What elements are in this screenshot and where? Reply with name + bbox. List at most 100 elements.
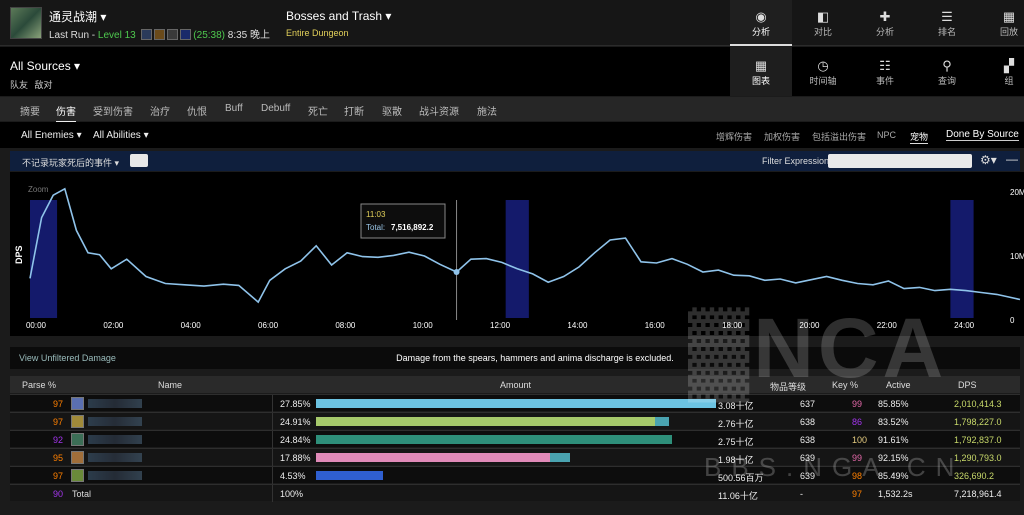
- key-percent: 86: [852, 417, 863, 427]
- tooltip-time: 11:03: [366, 210, 386, 219]
- abilities-dropdown[interactable]: All Abilities ▾: [93, 130, 149, 141]
- run-date: 8:35 晚上: [227, 30, 271, 41]
- class-spec-icon: [71, 451, 84, 464]
- highlight-band: [505, 200, 529, 318]
- view-label: 查询: [937, 76, 956, 86]
- item-level: 638: [800, 435, 816, 445]
- x-tick-label: 02:00: [103, 321, 124, 330]
- compare-icon: ◧: [816, 9, 830, 24]
- view-query[interactable]: ⚲ 查询: [916, 47, 978, 96]
- death-filter-dropdown[interactable]: 不记录玩家死后的事件 ▾: [22, 156, 119, 169]
- nav-label: 对比: [813, 27, 832, 37]
- run-label: Last Run: [49, 30, 90, 41]
- column-separator: [272, 449, 273, 466]
- x-tick-label: 00:00: [26, 321, 47, 330]
- tab-casts[interactable]: 施法: [477, 103, 497, 118]
- group-icon: ▞: [1004, 58, 1014, 73]
- tab-debuffs[interactable]: Debuff: [261, 103, 290, 114]
- option-overkill[interactable]: 包括溢出伤害: [812, 130, 866, 143]
- amount-bar-fill: [316, 435, 672, 444]
- nav-rankings[interactable]: ☰ 排名: [916, 0, 978, 46]
- hover-point: [453, 269, 460, 275]
- list-icon: ☷: [879, 58, 891, 73]
- player-name[interactable]: [88, 417, 142, 426]
- death-filter-toggle[interactable]: [130, 154, 148, 167]
- sources-filter[interactable]: 队友 敌对: [10, 78, 53, 91]
- header-name[interactable]: Name: [158, 380, 182, 390]
- done-by-source-toggle[interactable]: Done By Source: [946, 129, 1019, 141]
- active-percent: 85.85%: [878, 399, 909, 409]
- highlight-band: [950, 200, 974, 318]
- filter-expression-label: Filter Expression:: [762, 156, 832, 166]
- sources-bar: All Sources ▾ 队友 敌对 ▦ 图表 ◷ 时间轴 ☷ 事件 ⚲ 查询…: [0, 47, 1024, 96]
- tab-damage-taken[interactable]: 受到伤害: [93, 103, 133, 118]
- fight-dropdown[interactable]: Bosses and Trash ▾: [286, 9, 391, 23]
- tab-dispels[interactable]: 驱散: [382, 103, 402, 118]
- column-separator: [272, 413, 273, 430]
- header-parse[interactable]: Parse %: [22, 380, 56, 390]
- tooltip-value: 7,516,892.2: [391, 223, 434, 232]
- ranking-icon: ☰: [941, 9, 953, 24]
- option-amplified[interactable]: 增辉伤害: [716, 130, 752, 143]
- player-name[interactable]: [88, 453, 142, 462]
- active-percent: 91.61%: [878, 435, 909, 445]
- y-axis-label: DPS: [14, 245, 24, 264]
- tab-threat[interactable]: 仇恨: [187, 103, 207, 118]
- dps-value: 2,010,414.3: [954, 399, 1002, 409]
- tab-healing[interactable]: 治疗: [150, 103, 170, 118]
- tab-summary[interactable]: 摘要: [20, 103, 40, 118]
- dps-value: 7,218,961.4: [954, 489, 1002, 499]
- enemies-dropdown[interactable]: All Enemies ▾: [21, 130, 82, 141]
- tab-damage[interactable]: 伤害: [56, 103, 76, 123]
- amount-value: 2.75十亿: [718, 437, 754, 447]
- tab-resources[interactable]: 战斗资源: [419, 103, 459, 118]
- affix-icon: [179, 29, 191, 40]
- minimize-icon[interactable]: —: [1006, 152, 1018, 166]
- column-separator: [272, 431, 273, 448]
- x-tick-label: 08:00: [335, 321, 356, 330]
- nav-replay[interactable]: ▦ 回放: [978, 0, 1024, 46]
- view-label: 事件: [875, 76, 894, 86]
- gear-icon[interactable]: ⚙▾: [980, 153, 997, 167]
- option-pets[interactable]: 宠物: [910, 130, 929, 144]
- amount-percent: 24.84%: [280, 435, 311, 445]
- view-tables[interactable]: ▦ 图表: [730, 47, 792, 96]
- zone-name-dropdown[interactable]: 通灵战潮 ▾: [49, 8, 106, 25]
- sources-dropdown[interactable]: All Sources ▾: [10, 59, 80, 73]
- view-timeline[interactable]: ◷ 时间轴: [792, 47, 854, 96]
- column-separator: [272, 485, 273, 502]
- fight-subtitle: Entire Dungeon: [286, 28, 349, 38]
- table-row[interactable]: 97 24.91% 2.76十亿 638 86 83.52% 1,798,227.0: [10, 412, 1020, 430]
- amount-bar-fill: [316, 453, 551, 462]
- nav-compare[interactable]: ◧ 对比: [792, 0, 854, 46]
- view-label: 组: [1004, 76, 1014, 86]
- tab-deaths[interactable]: 死亡: [308, 103, 328, 118]
- header-dps[interactable]: DPS: [958, 380, 977, 390]
- tab-buffs[interactable]: Buff: [225, 103, 243, 114]
- class-spec-icon: [71, 415, 84, 428]
- player-name[interactable]: [88, 399, 142, 408]
- option-weighted[interactable]: 加权伤害: [764, 130, 800, 143]
- dps-value: 1,792,837.0: [954, 435, 1002, 445]
- x-tick-label: 12:00: [490, 321, 511, 330]
- class-spec-icon: [71, 397, 84, 410]
- table-row[interactable]: 92 24.84% 2.75十亿 638 100 91.61% 1,792,837.0: [10, 430, 1020, 448]
- nav-analysis[interactable]: ✚ 分析: [854, 0, 916, 46]
- option-npc[interactable]: NPC: [877, 130, 896, 140]
- view-group[interactable]: ▞ 组: [978, 47, 1024, 96]
- puzzle-icon: ✚: [879, 9, 891, 24]
- nav-label: 分析: [875, 27, 894, 37]
- tab-interrupts[interactable]: 打断: [344, 103, 364, 118]
- header-amount[interactable]: Amount: [500, 380, 531, 390]
- nav-analyze[interactable]: ◉ 分析: [730, 0, 792, 46]
- filter-expression-input[interactable]: [828, 154, 972, 168]
- affix-icon: [153, 29, 165, 40]
- view-unfiltered-link[interactable]: View Unfiltered Damage: [19, 353, 116, 363]
- table-icon: ▦: [754, 58, 768, 73]
- player-name[interactable]: [88, 471, 142, 480]
- view-events[interactable]: ☷ 事件: [854, 47, 916, 96]
- key-percent: 97: [852, 489, 863, 499]
- player-name[interactable]: [88, 435, 142, 444]
- total-row[interactable]: 90 Total 100% 11.06十亿 - 97 1,532.2s 7,218,961.4: [10, 484, 1020, 502]
- amount-bar: [316, 399, 716, 408]
